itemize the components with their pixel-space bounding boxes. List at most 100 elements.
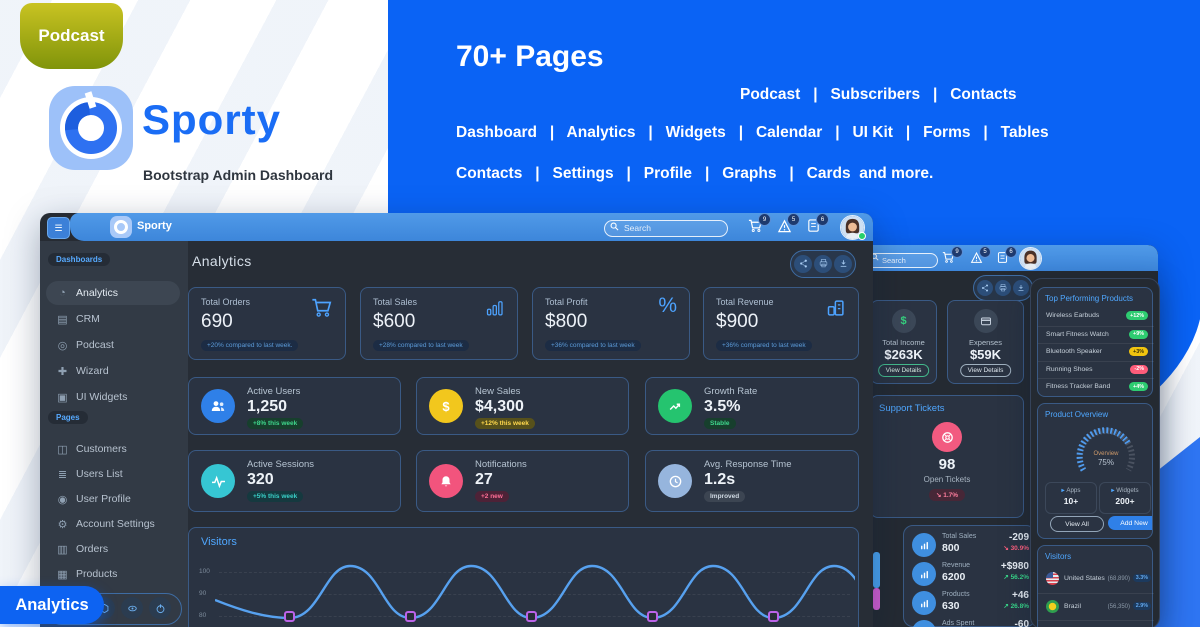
country-pct-badge: 2.9% [1133,602,1151,610]
country-row[interactable]: United States (68,890) 3.3% [1038,566,1154,592]
avatar[interactable] [1019,247,1042,270]
product-row[interactable]: Smart Fitness Watch +9% [1038,326,1154,344]
sidebar-item-label: Users List [76,468,123,480]
download-button[interactable] [834,255,852,273]
us-flag-icon [1046,572,1059,585]
product-row[interactable]: Bluetooth Speaker +3% [1038,343,1154,361]
sidebar-item-user-profile[interactable]: ◉User Profile [40,487,188,511]
building-icon [826,298,846,323]
metric-value: 1.2s [704,471,735,489]
data-marker [406,612,415,621]
sidebar-item-podcast[interactable]: ◎Podcast [40,333,188,357]
sidebar-item-label: Orders [76,543,108,555]
hero-nav-line-3: Contacts | Settings | Profile | Graphs |… [456,165,933,183]
sidebar-item-analytics[interactable]: ◔Analytics [40,281,188,305]
sidebar-item-customers[interactable]: ◫ Customers [40,437,188,461]
hero-nav-line-2: Dashboard | Analytics | Widgets | Calend… [456,124,1049,142]
sidebar-item-label: UI Widgets [76,391,127,403]
stat-label: Products [942,591,970,598]
product-name: Wireless Earbuds [1046,312,1099,319]
stat-label: Total Revenue [716,297,774,307]
dollar-icon: $ [429,389,463,423]
metric-trend-badge: +2 new [475,491,509,502]
add-new-button[interactable]: Add New [1108,516,1153,530]
metric-value: 3.5% [704,398,740,416]
document-badge: 6 [1005,246,1017,258]
power-button[interactable] [149,597,171,619]
wizard-icon: ✚ [56,365,69,378]
visitors-chart-card: Visitors 100 90 80 [188,527,859,627]
widgets-value: 200+ [1100,496,1150,506]
share-button[interactable] [977,280,993,296]
clock-icon [658,464,692,498]
chart-icon [912,562,936,586]
sidebar-item-account-settings[interactable]: ⚙Account Settings [40,512,188,536]
stat-delta: +$980 [1001,561,1029,572]
sidebar-item-ui-widgets[interactable]: ▣UI Widgets [40,385,188,409]
stat-label: Total Sales [373,297,417,307]
sidebar-item-label: Analytics [76,287,118,299]
menu-toggle-button[interactable]: ☰ [47,217,70,239]
share-button[interactable] [794,255,812,273]
metric-trend-badge: +8% this week [247,418,303,429]
sidebar-item-wizard[interactable]: ✚Wizard [40,359,188,383]
apps-value: 10+ [1046,496,1096,506]
topbar-secondary: 9 5 6 [856,245,1158,271]
metric-label: Growth Rate [704,386,757,397]
stat-label: Total Profit [545,297,588,307]
hero-title: 70+ Pages [456,40,604,74]
country-pct-badge: 3.3% [1133,574,1151,582]
expenses-card: Expenses $59K View Details [947,300,1024,384]
sidebar-item-orders[interactable]: ▥ Orders [40,537,188,561]
print-button[interactable] [814,255,832,273]
country-value: (68,890) [1108,576,1130,582]
life-ring-icon [932,422,962,452]
topbar-brand: Sporty [137,220,172,232]
users-icon: ◫ [56,443,69,456]
cart-icon [311,298,333,323]
view-all-button[interactable]: View All [1050,516,1104,532]
country-row[interactable]: Germany (49,690) 4.5% [1038,620,1154,627]
search-input[interactable] [604,220,728,237]
download-button[interactable] [1013,280,1029,296]
main-content: Analytics Total Orders 690 +20% compared… [188,241,873,627]
cart-badge: 9 [951,246,963,258]
chart-icon [912,591,936,615]
page-actions [790,250,856,278]
widgets-box[interactable]: ▸ Widgets 200+ [1099,482,1151,514]
income-label: Total Income [871,338,936,347]
sidebar-item-label: Customers [76,443,127,455]
sidebar-item-users-list[interactable]: ≣ Users List [40,462,188,486]
view-details-button[interactable]: View Details [878,364,930,377]
logo-ring [114,220,128,234]
product-name: Fitness Tracker Band [1046,383,1110,390]
eye-button[interactable] [121,597,143,619]
apps-box[interactable]: ▸ Apps 10+ [1045,482,1097,514]
page-actions-secondary [973,275,1033,301]
stat-label: Total Orders [201,297,250,307]
metric-trend-badge: Improved [704,491,745,502]
stat-delta: -209 [1009,532,1029,543]
list-icon: ≣ [56,468,69,481]
country-row[interactable]: Brazil (56,350) 2.9% [1038,593,1154,620]
product-row[interactable]: Wireless Earbuds +12% [1038,308,1154,325]
metric-card-active-sessions: Active Sessions 320 +5% this week [188,450,401,512]
view-details-button[interactable]: View Details [960,364,1012,377]
growth-icon [658,389,692,423]
sidebar-item-products[interactable]: ▦Products [40,562,188,586]
product-trend-badge: +12% [1126,311,1148,320]
box-icon: ▥ [56,543,69,556]
tickets-trend-badge: ↘ 1.7% [929,489,965,501]
sidebar-item-crm[interactable]: ▤CRM [40,307,188,331]
stat-label: Revenue [942,562,970,569]
product-name: Smart Fitness Watch [1046,331,1109,338]
document-badge: 6 [816,213,829,226]
y-tick: 90 [199,590,206,597]
product-name: Bluetooth Speaker [1046,348,1102,355]
product-row[interactable]: Fitness Tracker Band +4% [1038,378,1154,396]
stat-row: Products 630 +46 ↗ 26.8% [904,590,1037,618]
product-row[interactable]: Running Shoes -2% [1038,361,1154,379]
print-button[interactable] [995,280,1011,296]
data-marker [527,612,536,621]
stat-value: $800 [545,311,587,333]
